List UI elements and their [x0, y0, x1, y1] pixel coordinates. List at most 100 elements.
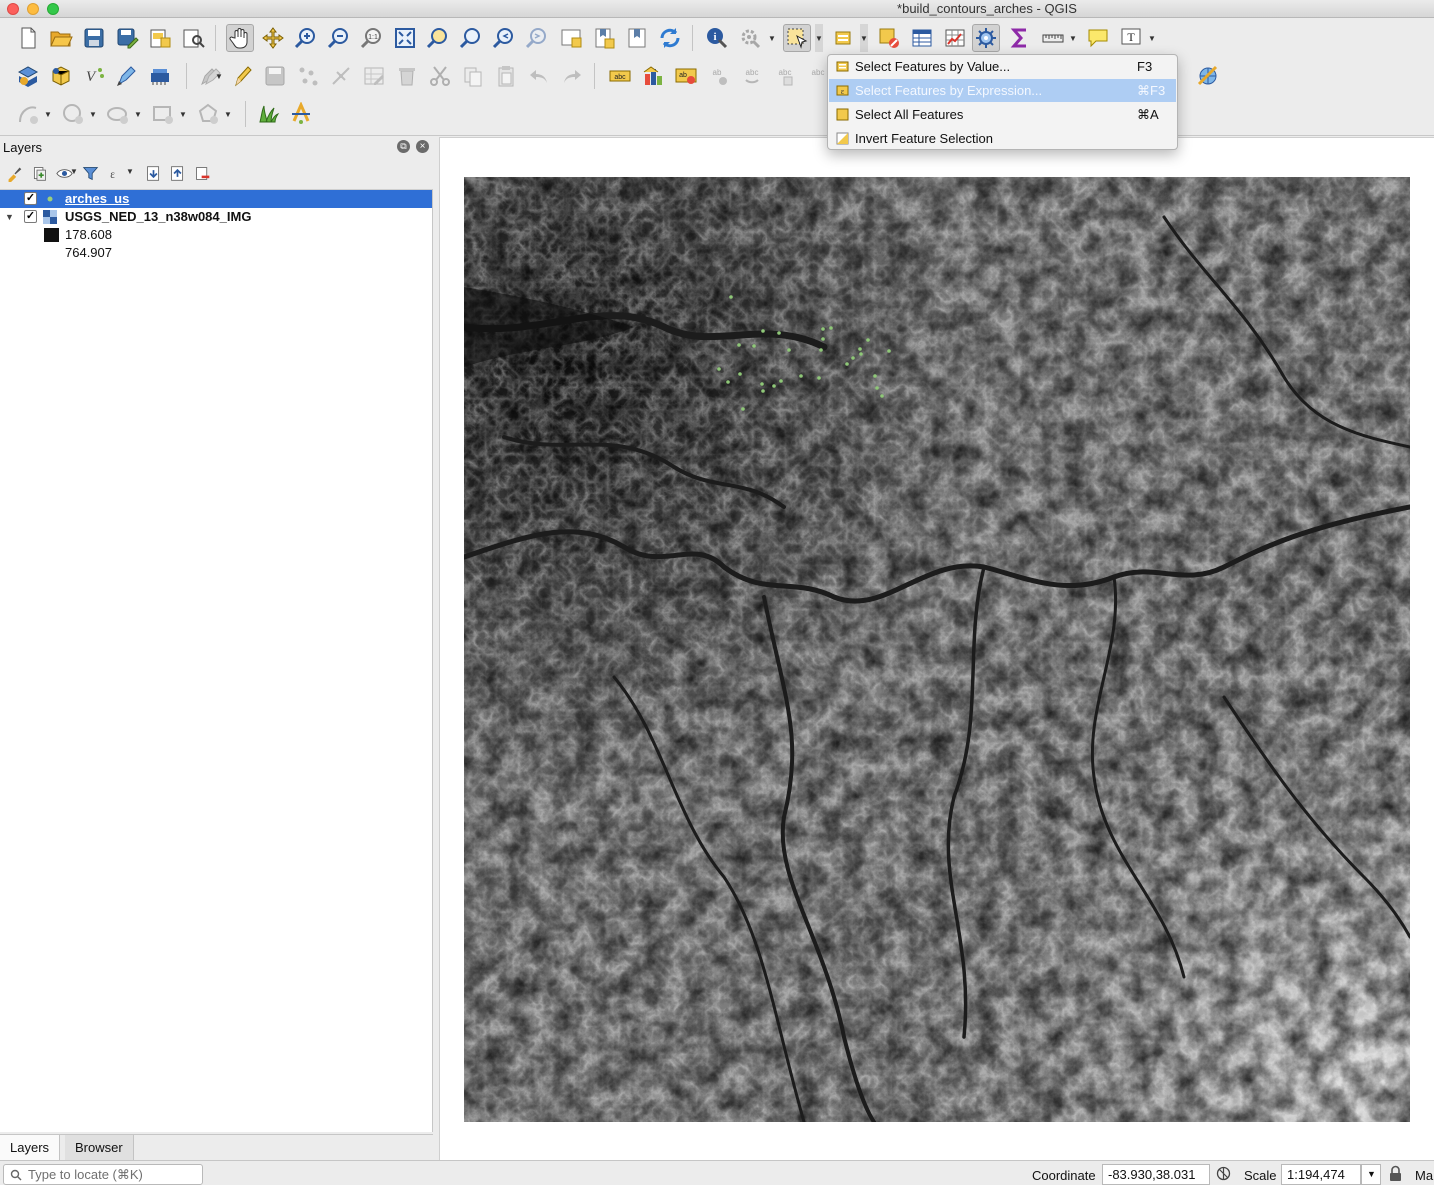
layer-visibility-checkbox[interactable]: ✓: [24, 192, 37, 205]
text-annotation-icon[interactable]: T: [1117, 24, 1145, 52]
action-icon[interactable]: [736, 24, 764, 52]
map-canvas[interactable]: [439, 137, 1434, 1160]
coordinate-field[interactable]: -83.930,38.031: [1102, 1164, 1210, 1185]
new-bookmark-icon[interactable]: [590, 24, 618, 52]
locator-bar[interactable]: [3, 1164, 203, 1185]
label-toolbar-icon[interactable]: abc: [606, 62, 634, 90]
visibility-dropdown-caret[interactable]: ▼: [70, 159, 78, 183]
rectangle-dropdown-caret[interactable]: ▼: [179, 100, 187, 128]
regular-polygon-dropdown-caret[interactable]: ▼: [224, 100, 232, 128]
zoom-to-selection-icon[interactable]: [424, 24, 452, 52]
add-circular-string-icon[interactable]: [14, 100, 42, 128]
current-edits-dropdown-caret[interactable]: ▼: [215, 62, 223, 90]
scale-dropdown[interactable]: ▼: [1361, 1164, 1381, 1185]
copy-features-icon[interactable]: [459, 62, 487, 90]
locator-search-input[interactable]: [28, 1166, 198, 1183]
qgis2web-icon[interactable]: [287, 100, 315, 128]
menu-item-select-by-expression[interactable]: ε Select Features by Expression... ⌘F3: [829, 79, 1176, 102]
circle-dropdown-caret[interactable]: ▼: [89, 100, 97, 128]
save-edits-icon[interactable]: [261, 62, 289, 90]
zoom-out-icon[interactable]: [325, 24, 353, 52]
add-feature-icon[interactable]: [294, 62, 322, 90]
save-as-icon[interactable]: [113, 24, 141, 52]
zoom-next-icon[interactable]: [523, 24, 551, 52]
select-by-value-dropdown-caret[interactable]: ▼: [860, 24, 868, 52]
pan-to-selection-icon[interactable]: [259, 24, 287, 52]
pan-icon[interactable]: [226, 24, 254, 52]
menu-item-select-by-value[interactable]: Select Features by Value... F3: [829, 55, 1176, 78]
new-map-view-icon[interactable]: [557, 24, 585, 52]
field-calculator-icon[interactable]: [941, 24, 969, 52]
menu-item-invert-selection[interactable]: Invert Feature Selection: [829, 127, 1176, 150]
diagram-icon[interactable]: [639, 62, 667, 90]
undo-icon[interactable]: [525, 62, 553, 90]
redo-icon[interactable]: [558, 62, 586, 90]
tab-layers[interactable]: Layers: [0, 1135, 61, 1160]
vertex-tool-icon[interactable]: [327, 62, 355, 90]
open-layer-styling-icon[interactable]: [4, 163, 24, 183]
new-print-layout-icon[interactable]: [146, 24, 174, 52]
modify-attributes-icon[interactable]: [360, 62, 388, 90]
deselect-icon[interactable]: [875, 24, 903, 52]
layer-row-arches-us[interactable]: ✓ arches_us: [0, 190, 432, 208]
new-temp-layer-icon[interactable]: [146, 62, 174, 90]
scale-field[interactable]: 1:194,474: [1281, 1164, 1361, 1185]
select-dropdown-caret[interactable]: ▼: [815, 24, 823, 52]
add-rectangle-icon[interactable]: [149, 100, 177, 128]
add-ellipse-icon[interactable]: [104, 100, 132, 128]
move-label-icon[interactable]: abc: [738, 62, 766, 90]
circular-string-dropdown-caret[interactable]: ▼: [44, 100, 52, 128]
cut-features-icon[interactable]: [426, 62, 454, 90]
save-project-icon[interactable]: [80, 24, 108, 52]
menu-item-select-all[interactable]: Select All Features ⌘A: [829, 103, 1176, 126]
identify-icon[interactable]: i: [703, 24, 731, 52]
new-virtual-layer-icon[interactable]: V: [80, 62, 108, 90]
add-group-icon[interactable]: [29, 163, 49, 183]
attribute-table-icon[interactable]: [908, 24, 936, 52]
annotation-dropdown-caret[interactable]: ▼: [1148, 24, 1156, 52]
refresh-icon[interactable]: [656, 24, 684, 52]
map-tips-icon[interactable]: [1084, 24, 1112, 52]
statistics-icon[interactable]: [1006, 24, 1034, 52]
select-features-icon[interactable]: [783, 24, 811, 52]
zoom-native-icon[interactable]: 1:1: [358, 24, 386, 52]
new-geopackage-icon[interactable]: [47, 62, 75, 90]
delete-selected-icon[interactable]: [393, 62, 421, 90]
rotate-label-icon[interactable]: abc: [771, 62, 799, 90]
action-dropdown-caret[interactable]: ▼: [768, 24, 776, 52]
float-panel-button[interactable]: ⧉: [397, 140, 410, 153]
zoom-in-icon[interactable]: [292, 24, 320, 52]
lock-scale-icon[interactable]: [1387, 1165, 1404, 1182]
ellipse-dropdown-caret[interactable]: ▼: [134, 100, 142, 128]
open-project-icon[interactable]: [47, 24, 75, 52]
layout-manager-icon[interactable]: [179, 24, 207, 52]
digitize-icon[interactable]: [113, 62, 141, 90]
zoom-last-icon[interactable]: [490, 24, 518, 52]
pin-labels-icon[interactable]: ab: [672, 62, 700, 90]
show-hide-labels-icon[interactable]: ab: [705, 62, 733, 90]
filter-legend-icon[interactable]: [80, 163, 100, 183]
expand-layer-toggle[interactable]: ▼: [5, 212, 14, 222]
collapse-all-icon[interactable]: [167, 163, 187, 183]
tab-browser[interactable]: Browser: [65, 1135, 134, 1160]
measure-dropdown-caret[interactable]: ▼: [1069, 24, 1077, 52]
toggle-editing-icon[interactable]: [228, 62, 256, 90]
remove-layer-icon[interactable]: [192, 163, 212, 183]
show-bookmarks-icon[interactable]: [623, 24, 651, 52]
toggle-extents-icon[interactable]: [1215, 1165, 1232, 1182]
data-source-manager-icon[interactable]: [14, 62, 42, 90]
paste-features-icon[interactable]: [492, 62, 520, 90]
add-regular-polygon-icon[interactable]: [194, 100, 222, 128]
select-by-value-icon[interactable]: [830, 24, 858, 52]
close-panel-button[interactable]: ×: [416, 140, 429, 153]
expression-filter-dropdown-caret[interactable]: ▼: [126, 159, 134, 183]
georeferencer-icon[interactable]: [1194, 62, 1222, 90]
layer-row-usgs-ned[interactable]: ▼ ✓ USGS_NED_13_n38w084_IMG: [0, 208, 432, 226]
expand-all-icon[interactable]: [143, 163, 163, 183]
new-project-icon[interactable]: [14, 24, 42, 52]
processing-toolbox-icon[interactable]: [972, 24, 1000, 52]
layer-visibility-checkbox[interactable]: ✓: [24, 210, 37, 223]
add-circle-icon[interactable]: [59, 100, 87, 128]
zoom-full-icon[interactable]: [391, 24, 419, 52]
filter-by-expression-icon[interactable]: ε: [104, 163, 124, 183]
